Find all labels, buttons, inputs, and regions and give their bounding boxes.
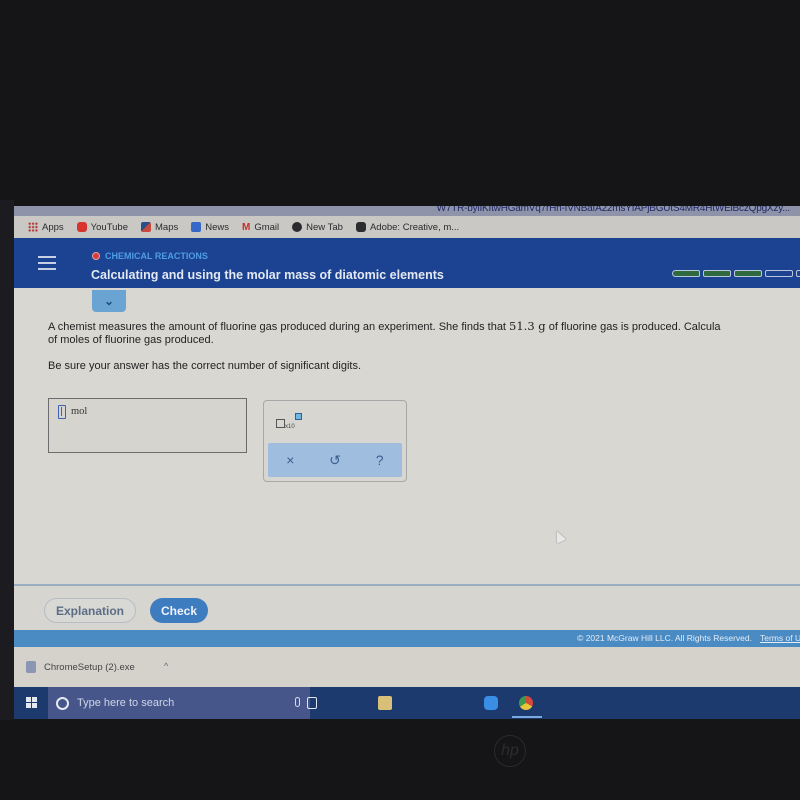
zoom-app-icon[interactable] (484, 696, 498, 710)
mouse-pointer-icon (551, 528, 567, 544)
gmail-icon: M (242, 221, 251, 233)
monitor-screen: W7TR-bylIKItwHGamVq7rHh-IVNBafA22msYfAPj… (0, 0, 800, 800)
bookmark-apps[interactable]: Apps (28, 222, 64, 233)
sig-fig-hint: Be sure your answer has the correct numb… (48, 360, 362, 372)
url-text: W7TR-bylIKItwHGamVq7rHh-IVNBafA22msYfAPj… (436, 206, 791, 214)
page-footer: © 2021 McGraw Hill LLC. All Rights Reser… (14, 630, 800, 647)
bookmark-youtube[interactable]: YouTube (76, 221, 128, 233)
windows-start-icon[interactable] (26, 697, 37, 708)
question-text-part: of fluorine gas is produced. Calcula (545, 321, 721, 333)
bookmark-maps[interactable]: Maps (141, 222, 178, 233)
bookmark-label: News (205, 221, 229, 233)
download-filename: ChromeSetup (2).exe (44, 661, 135, 673)
answer-input[interactable]: mol (48, 398, 247, 453)
task-view-icon[interactable] (307, 697, 317, 709)
terms-link[interactable]: Terms of U (760, 633, 800, 643)
bookmark-gmail[interactable]: M Gmail (242, 222, 279, 233)
progress-segment-incomplete (796, 270, 800, 277)
undo-button[interactable]: ↺ (320, 452, 350, 469)
answer-unit: mol (71, 406, 88, 417)
bookmark-new-tab[interactable]: New Tab (292, 222, 343, 233)
taskbar-search-input[interactable]: Type here to search (48, 687, 310, 719)
progress-segment-complete (672, 270, 700, 277)
collapse-header-button[interactable]: ⌄ (92, 290, 126, 312)
cortana-icon (56, 696, 69, 710)
bookmark-adobe[interactable]: Adobe: Creative, m... (355, 221, 460, 233)
progress-segment-complete (703, 270, 731, 277)
youtube-icon (76, 222, 87, 232)
windows-taskbar: Type here to search (14, 687, 800, 719)
clear-button[interactable]: × (275, 452, 305, 468)
input-placeholder-box[interactable] (58, 405, 66, 419)
bookmark-label: New Tab (306, 221, 343, 233)
progress-segment-incomplete (765, 270, 793, 277)
downloads-bar: ChromeSetup (2).exe ^ (14, 647, 800, 687)
file-explorer-icon[interactable] (378, 696, 392, 710)
topic-text: CHEMICAL REACTIONS (105, 251, 208, 261)
globe-icon (292, 222, 303, 232)
copyright-text: © 2021 McGraw Hill LLC. All Rights Reser… (577, 633, 752, 643)
chevron-up-icon[interactable]: ^ (164, 661, 168, 671)
topic-status-icon (92, 252, 100, 260)
progress-segment-complete (734, 270, 762, 277)
progress-bar (672, 270, 800, 277)
check-button[interactable]: Check (150, 598, 208, 623)
bookmark-news[interactable]: News (191, 222, 229, 233)
bookmark-label: YouTube (90, 221, 128, 233)
lesson-title: Calculating and using the molar mass of … (91, 268, 444, 282)
action-bar: Explanation Check (14, 584, 800, 630)
chevron-down-icon: ⌄ (103, 294, 115, 308)
scientific-notation-button[interactable]: x10 (276, 413, 306, 431)
question-text-part: A chemist measures the amount of fluorin… (48, 321, 510, 333)
help-button[interactable]: ? (365, 452, 395, 468)
download-item[interactable]: ChromeSetup (2).exe (26, 661, 135, 673)
news-icon (191, 222, 202, 232)
screen-bezel (0, 200, 14, 720)
maps-icon (141, 222, 151, 232)
apps-grid-icon (28, 222, 38, 232)
microphone-icon[interactable] (295, 697, 300, 707)
explanation-button[interactable]: Explanation (44, 598, 136, 623)
math-tools-panel: x10 × ↺ ? (263, 400, 407, 482)
base-box-icon (276, 419, 285, 428)
active-app-indicator (512, 716, 542, 718)
exponent-box-icon (295, 413, 302, 420)
question-area: ⌄ A chemist measures the amount of fluor… (14, 288, 800, 630)
lesson-header: CHEMICAL REACTIONS Calculating and using… (14, 238, 800, 288)
bookmark-label: Apps (42, 221, 64, 233)
bookmark-label: Adobe: Creative, m... (369, 221, 460, 233)
x10-label: x10 (285, 424, 295, 430)
question-text-part: of moles of fluorine gas produced. (48, 334, 214, 346)
given-mass: 51.3 g (509, 320, 546, 333)
bookmark-label: Gmail (254, 221, 280, 233)
installer-file-icon (26, 661, 36, 673)
topic-label: CHEMICAL REACTIONS (92, 251, 208, 261)
address-bar[interactable]: W7TR-bylIKItwHGamVq7rHh-IVNBafA22msYfAPj… (14, 206, 800, 216)
tool-actions: × ↺ ? (268, 443, 402, 477)
hamburger-menu-button[interactable] (38, 256, 56, 270)
adobe-icon (355, 222, 366, 232)
bookmark-label: Maps (155, 221, 179, 233)
bookmarks-bar: Apps YouTube Maps News M Gmail New Tab A… (14, 216, 800, 238)
chrome-icon[interactable] (519, 696, 533, 710)
search-placeholder: Type here to search (77, 697, 175, 709)
hp-logo-icon: hp (494, 735, 526, 767)
question-text: A chemist measures the amount of fluorin… (48, 320, 800, 347)
